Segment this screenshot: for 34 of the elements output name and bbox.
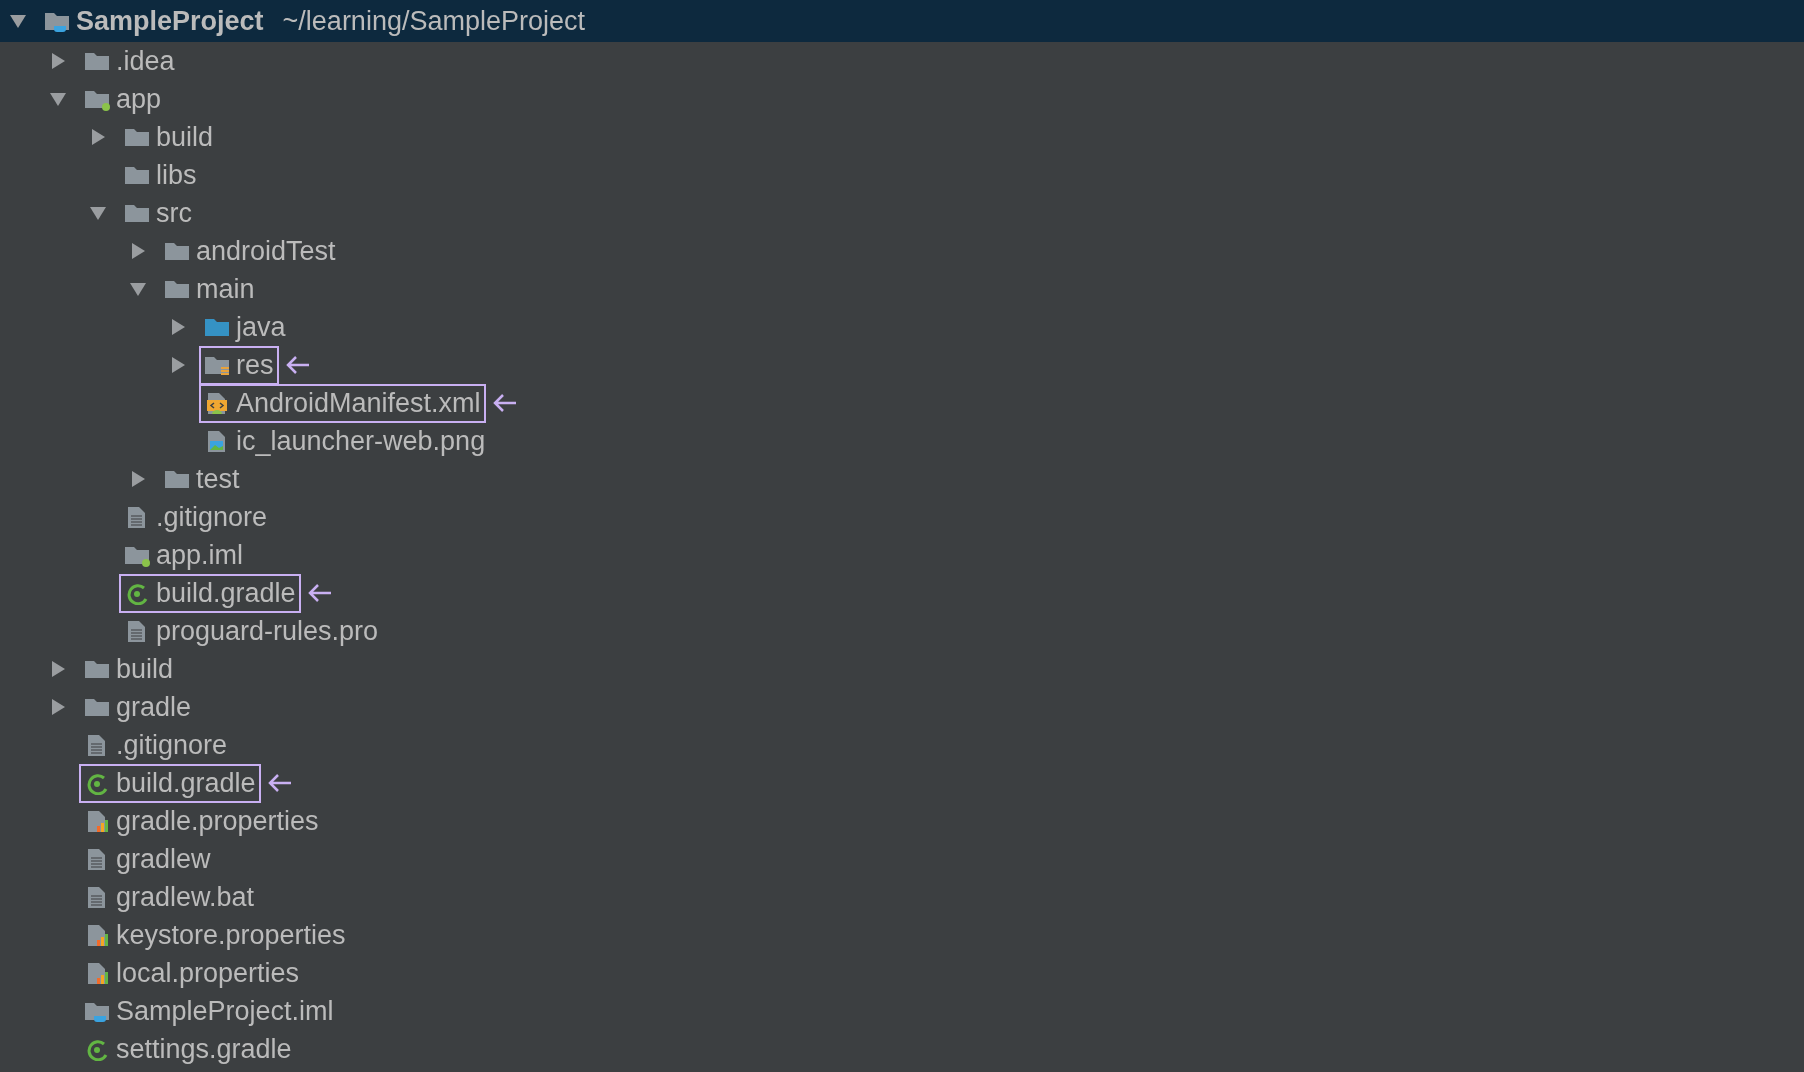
tree-item[interactable]: src: [119, 193, 197, 233]
tree-item[interactable]: androidTest: [159, 231, 341, 271]
tree-item[interactable]: main: [159, 269, 260, 309]
tree-item[interactable]: app: [79, 79, 167, 119]
left-arrow-icon: [266, 773, 293, 793]
tree-item[interactable]: proguard-rules.pro: [119, 611, 384, 651]
tree-item[interactable]: local.properties: [79, 953, 305, 993]
tree-item[interactable]: build: [79, 649, 179, 689]
tree-item[interactable]: .gitignore: [79, 725, 233, 765]
xml-file-icon: [204, 391, 230, 415]
tree-item[interactable]: .gitignore: [119, 497, 273, 537]
tree-item[interactable]: test: [159, 459, 245, 499]
tree-item[interactable]: gradle: [79, 687, 197, 727]
project-path: ~/learning/SampleProject: [282, 5, 585, 37]
tree-item[interactable]: app.iml: [119, 535, 249, 575]
tree-item[interactable]: gradle.properties: [79, 801, 324, 841]
tree-item[interactable]: build: [119, 117, 219, 157]
tree-item[interactable]: gradlew: [79, 839, 216, 879]
tree-item[interactable]: settings.gradle: [79, 1029, 297, 1069]
tree-item[interactable]: libs: [119, 155, 202, 195]
left-arrow-icon: [491, 393, 518, 413]
tree-item[interactable]: .idea: [79, 41, 180, 81]
tree-item[interactable]: build.gradle: [79, 763, 261, 803]
tree-item[interactable]: keystore.properties: [79, 915, 351, 955]
left-arrow-icon: [284, 355, 311, 375]
tree-item[interactable]: gradlew.bat: [79, 877, 260, 917]
tree-item[interactable]: SampleProject.iml: [79, 991, 339, 1031]
tree-item[interactable]: AndroidManifest.xml: [199, 383, 486, 423]
tree-item[interactable]: ic_launcher-web.png: [199, 421, 491, 461]
tree-item[interactable]: build.gradle: [119, 573, 301, 613]
tree-item[interactable]: res: [199, 345, 279, 385]
selected-tree-item[interactable]: SampleProject: [39, 1, 269, 41]
left-arrow-icon: [306, 583, 333, 603]
tree-item[interactable]: java: [199, 307, 291, 347]
